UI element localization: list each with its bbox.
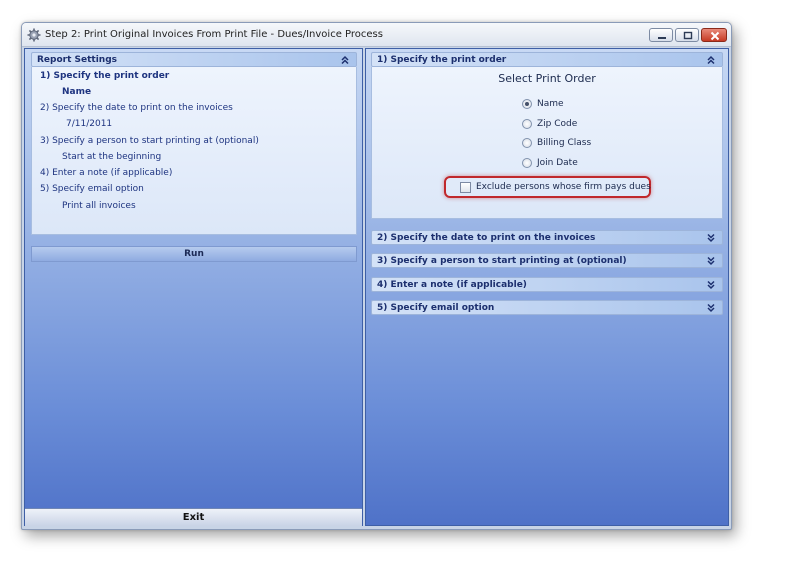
radio-button[interactable] [522,158,532,168]
report-settings-panel: Report Settings 1) Specify the print ord… [24,48,363,526]
section-1-header[interactable]: 1) Specify the print order [371,52,723,67]
section-5-header[interactable]: 5) Specify email option [371,300,723,315]
gear-icon [27,28,41,42]
radio-label: Join Date [537,158,578,168]
maximize-icon [683,31,693,40]
section-4-header[interactable]: 4) Enter a note (if applicable) [371,277,723,292]
double-chevron-down-icon[interactable] [706,280,716,290]
double-chevron-up-icon[interactable] [340,55,350,65]
setting-label-print-date: 2) Specify the date to print on the invo… [40,103,233,113]
report-settings-title: Report Settings [37,55,118,65]
section-2-header[interactable]: 2) Specify the date to print on the invo… [371,230,723,245]
exclude-firm-pays-highlight: Exclude persons whose firm pays dues [444,176,651,198]
double-chevron-up-icon[interactable] [706,55,716,65]
section-2-title: 2) Specify the date to print on the invo… [377,233,596,243]
close-icon [710,31,720,41]
exit-button[interactable]: Exit [25,508,362,526]
run-button[interactable]: Run [31,246,357,262]
exclude-firm-pays-checkbox[interactable] [460,182,471,193]
section-3-title: 3) Specify a person to start printing at… [377,256,627,266]
section-3-header[interactable]: 3) Specify a person to start printing at… [371,253,723,268]
radio-button[interactable] [522,119,532,129]
setting-label-email: 5) Specify email option [40,184,144,194]
section-4-title: 4) Enter a note (if applicable) [377,280,527,290]
maximize-button[interactable] [675,28,699,42]
setting-label-print-order: 1) Specify the print order [40,71,170,81]
report-settings-header[interactable]: Report Settings [31,52,357,67]
setting-value-print-order: Name [62,87,92,97]
radio-selected-dot [525,102,529,106]
window-title: Step 2: Print Original Invoices From Pri… [45,29,383,40]
exclude-firm-pays-label[interactable]: Exclude persons whose firm pays dues [476,182,651,192]
section-1-title: 1) Specify the print order [377,55,507,65]
section-5-title: 5) Specify email option [377,303,495,313]
select-print-order-title: Select Print Order [498,72,596,85]
minimize-button[interactable] [649,28,673,42]
radio-label: Name [537,99,564,109]
setting-label-start-person: 3) Specify a person to start printing at… [40,136,259,146]
setting-value-email: Print all invoices [62,201,136,211]
title-bar[interactable]: Step 2: Print Original Invoices From Pri… [22,23,731,47]
radio-button[interactable] [522,138,532,148]
double-chevron-down-icon[interactable] [706,233,716,243]
radio-button[interactable] [522,99,532,109]
double-chevron-down-icon[interactable] [706,256,716,266]
section-1-body: Select Print Order Name Zip Code Billing… [371,67,723,219]
app-window: Step 2: Print Original Invoices From Pri… [21,22,732,530]
close-button[interactable] [701,28,727,42]
setting-label-note: 4) Enter a note (if applicable) [40,168,173,178]
setting-value-print-date: 7/11/2011 [66,119,113,129]
radio-label: Billing Class [537,138,592,148]
radio-label: Zip Code [537,119,578,129]
wizard-steps-panel: 1) Specify the print order Select Print … [365,48,729,526]
report-settings-body: 1) Specify the print order Name 2) Speci… [31,67,357,235]
double-chevron-down-icon[interactable] [706,303,716,313]
minimize-icon [658,37,666,39]
setting-value-start-person: Start at the beginning [62,152,162,162]
